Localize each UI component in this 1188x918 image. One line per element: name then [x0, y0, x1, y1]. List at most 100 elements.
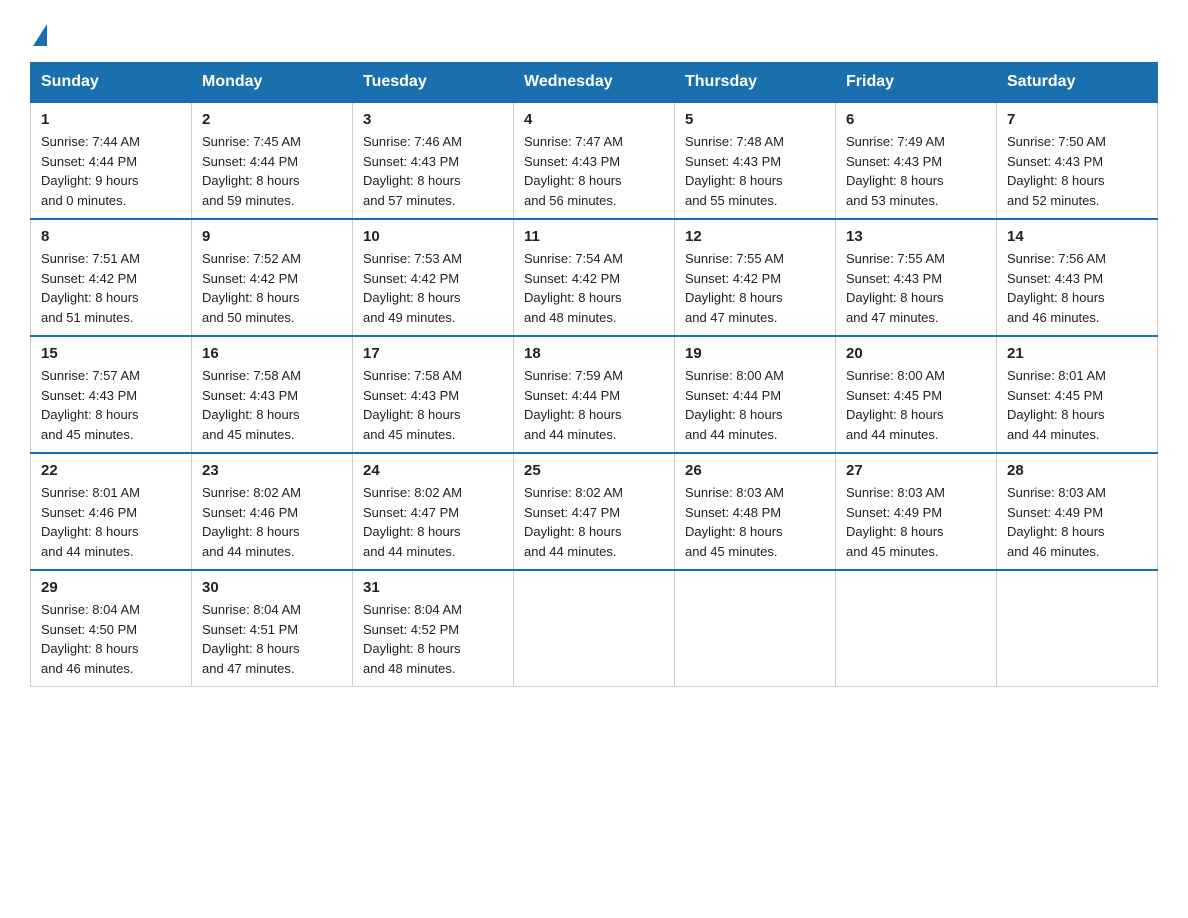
day-number: 9: [202, 228, 342, 245]
calendar-cell: 1 Sunrise: 7:44 AMSunset: 4:44 PMDayligh…: [31, 102, 192, 219]
calendar-cell: 14 Sunrise: 7:56 AMSunset: 4:43 PMDaylig…: [997, 219, 1158, 336]
day-number: 31: [363, 579, 503, 596]
calendar-cell: 9 Sunrise: 7:52 AMSunset: 4:42 PMDayligh…: [192, 219, 353, 336]
calendar-week-row: 1 Sunrise: 7:44 AMSunset: 4:44 PMDayligh…: [31, 102, 1158, 219]
page-header: [30, 20, 1158, 42]
day-info: Sunrise: 7:54 AMSunset: 4:42 PMDaylight:…: [524, 249, 664, 327]
calendar-cell: 29 Sunrise: 8:04 AMSunset: 4:50 PMDaylig…: [31, 570, 192, 687]
day-info: Sunrise: 7:53 AMSunset: 4:42 PMDaylight:…: [363, 249, 503, 327]
calendar-cell: 12 Sunrise: 7:55 AMSunset: 4:42 PMDaylig…: [675, 219, 836, 336]
day-of-week-header: Friday: [836, 63, 997, 103]
day-number: 8: [41, 228, 181, 245]
day-number: 5: [685, 111, 825, 128]
calendar-cell: 23 Sunrise: 8:02 AMSunset: 4:46 PMDaylig…: [192, 453, 353, 570]
day-info: Sunrise: 7:59 AMSunset: 4:44 PMDaylight:…: [524, 366, 664, 444]
calendar-cell: [675, 570, 836, 687]
calendar-cell: 30 Sunrise: 8:04 AMSunset: 4:51 PMDaylig…: [192, 570, 353, 687]
day-number: 26: [685, 462, 825, 479]
day-of-week-header: Saturday: [997, 63, 1158, 103]
day-info: Sunrise: 8:01 AMSunset: 4:45 PMDaylight:…: [1007, 366, 1147, 444]
day-number: 28: [1007, 462, 1147, 479]
day-info: Sunrise: 8:02 AMSunset: 4:47 PMDaylight:…: [524, 483, 664, 561]
day-number: 13: [846, 228, 986, 245]
day-number: 20: [846, 345, 986, 362]
day-info: Sunrise: 7:58 AMSunset: 4:43 PMDaylight:…: [363, 366, 503, 444]
day-info: Sunrise: 8:02 AMSunset: 4:46 PMDaylight:…: [202, 483, 342, 561]
day-info: Sunrise: 7:46 AMSunset: 4:43 PMDaylight:…: [363, 132, 503, 210]
day-of-week-header: Wednesday: [514, 63, 675, 103]
calendar-cell: 15 Sunrise: 7:57 AMSunset: 4:43 PMDaylig…: [31, 336, 192, 453]
calendar-cell: 21 Sunrise: 8:01 AMSunset: 4:45 PMDaylig…: [997, 336, 1158, 453]
day-info: Sunrise: 8:03 AMSunset: 4:49 PMDaylight:…: [1007, 483, 1147, 561]
day-number: 14: [1007, 228, 1147, 245]
calendar-cell: 27 Sunrise: 8:03 AMSunset: 4:49 PMDaylig…: [836, 453, 997, 570]
calendar-cell: 26 Sunrise: 8:03 AMSunset: 4:48 PMDaylig…: [675, 453, 836, 570]
day-number: 18: [524, 345, 664, 362]
calendar-body: 1 Sunrise: 7:44 AMSunset: 4:44 PMDayligh…: [31, 102, 1158, 687]
day-info: Sunrise: 7:56 AMSunset: 4:43 PMDaylight:…: [1007, 249, 1147, 327]
day-number: 22: [41, 462, 181, 479]
day-info: Sunrise: 7:44 AMSunset: 4:44 PMDaylight:…: [41, 132, 181, 210]
calendar-cell: 7 Sunrise: 7:50 AMSunset: 4:43 PMDayligh…: [997, 102, 1158, 219]
day-number: 16: [202, 345, 342, 362]
day-info: Sunrise: 7:55 AMSunset: 4:42 PMDaylight:…: [685, 249, 825, 327]
day-info: Sunrise: 8:04 AMSunset: 4:52 PMDaylight:…: [363, 600, 503, 678]
day-info: Sunrise: 7:55 AMSunset: 4:43 PMDaylight:…: [846, 249, 986, 327]
calendar-cell: 4 Sunrise: 7:47 AMSunset: 4:43 PMDayligh…: [514, 102, 675, 219]
day-number: 10: [363, 228, 503, 245]
calendar-cell: 24 Sunrise: 8:02 AMSunset: 4:47 PMDaylig…: [353, 453, 514, 570]
calendar-week-row: 29 Sunrise: 8:04 AMSunset: 4:50 PMDaylig…: [31, 570, 1158, 687]
day-number: 23: [202, 462, 342, 479]
day-info: Sunrise: 7:52 AMSunset: 4:42 PMDaylight:…: [202, 249, 342, 327]
day-info: Sunrise: 7:58 AMSunset: 4:43 PMDaylight:…: [202, 366, 342, 444]
day-number: 29: [41, 579, 181, 596]
calendar-week-row: 22 Sunrise: 8:01 AMSunset: 4:46 PMDaylig…: [31, 453, 1158, 570]
calendar-cell: 10 Sunrise: 7:53 AMSunset: 4:42 PMDaylig…: [353, 219, 514, 336]
calendar-cell: 31 Sunrise: 8:04 AMSunset: 4:52 PMDaylig…: [353, 570, 514, 687]
calendar-cell: 6 Sunrise: 7:49 AMSunset: 4:43 PMDayligh…: [836, 102, 997, 219]
day-info: Sunrise: 8:00 AMSunset: 4:45 PMDaylight:…: [846, 366, 986, 444]
calendar-cell: 25 Sunrise: 8:02 AMSunset: 4:47 PMDaylig…: [514, 453, 675, 570]
day-info: Sunrise: 8:00 AMSunset: 4:44 PMDaylight:…: [685, 366, 825, 444]
calendar-cell: 20 Sunrise: 8:00 AMSunset: 4:45 PMDaylig…: [836, 336, 997, 453]
day-info: Sunrise: 8:03 AMSunset: 4:48 PMDaylight:…: [685, 483, 825, 561]
calendar-week-row: 15 Sunrise: 7:57 AMSunset: 4:43 PMDaylig…: [31, 336, 1158, 453]
calendar-cell: 8 Sunrise: 7:51 AMSunset: 4:42 PMDayligh…: [31, 219, 192, 336]
day-info: Sunrise: 7:47 AMSunset: 4:43 PMDaylight:…: [524, 132, 664, 210]
day-number: 19: [685, 345, 825, 362]
day-number: 3: [363, 111, 503, 128]
calendar-week-row: 8 Sunrise: 7:51 AMSunset: 4:42 PMDayligh…: [31, 219, 1158, 336]
day-number: 21: [1007, 345, 1147, 362]
day-number: 6: [846, 111, 986, 128]
day-of-week-header: Thursday: [675, 63, 836, 103]
day-number: 1: [41, 111, 181, 128]
day-number: 27: [846, 462, 986, 479]
day-of-week-header: Monday: [192, 63, 353, 103]
calendar-table: SundayMondayTuesdayWednesdayThursdayFrid…: [30, 62, 1158, 687]
day-number: 12: [685, 228, 825, 245]
calendar-cell: 19 Sunrise: 8:00 AMSunset: 4:44 PMDaylig…: [675, 336, 836, 453]
day-info: Sunrise: 7:48 AMSunset: 4:43 PMDaylight:…: [685, 132, 825, 210]
calendar-cell: 2 Sunrise: 7:45 AMSunset: 4:44 PMDayligh…: [192, 102, 353, 219]
day-info: Sunrise: 8:02 AMSunset: 4:47 PMDaylight:…: [363, 483, 503, 561]
calendar-cell: 22 Sunrise: 8:01 AMSunset: 4:46 PMDaylig…: [31, 453, 192, 570]
calendar-cell: 11 Sunrise: 7:54 AMSunset: 4:42 PMDaylig…: [514, 219, 675, 336]
day-info: Sunrise: 7:51 AMSunset: 4:42 PMDaylight:…: [41, 249, 181, 327]
calendar-cell: 18 Sunrise: 7:59 AMSunset: 4:44 PMDaylig…: [514, 336, 675, 453]
day-number: 4: [524, 111, 664, 128]
day-info: Sunrise: 7:49 AMSunset: 4:43 PMDaylight:…: [846, 132, 986, 210]
logo-triangle-icon: [33, 24, 47, 46]
day-number: 15: [41, 345, 181, 362]
day-info: Sunrise: 7:45 AMSunset: 4:44 PMDaylight:…: [202, 132, 342, 210]
day-number: 17: [363, 345, 503, 362]
day-number: 11: [524, 228, 664, 245]
day-info: Sunrise: 7:50 AMSunset: 4:43 PMDaylight:…: [1007, 132, 1147, 210]
day-number: 24: [363, 462, 503, 479]
day-info: Sunrise: 8:03 AMSunset: 4:49 PMDaylight:…: [846, 483, 986, 561]
calendar-cell: 28 Sunrise: 8:03 AMSunset: 4:49 PMDaylig…: [997, 453, 1158, 570]
day-number: 2: [202, 111, 342, 128]
day-number: 30: [202, 579, 342, 596]
days-of-week-row: SundayMondayTuesdayWednesdayThursdayFrid…: [31, 63, 1158, 103]
day-info: Sunrise: 8:01 AMSunset: 4:46 PMDaylight:…: [41, 483, 181, 561]
calendar-cell: 5 Sunrise: 7:48 AMSunset: 4:43 PMDayligh…: [675, 102, 836, 219]
